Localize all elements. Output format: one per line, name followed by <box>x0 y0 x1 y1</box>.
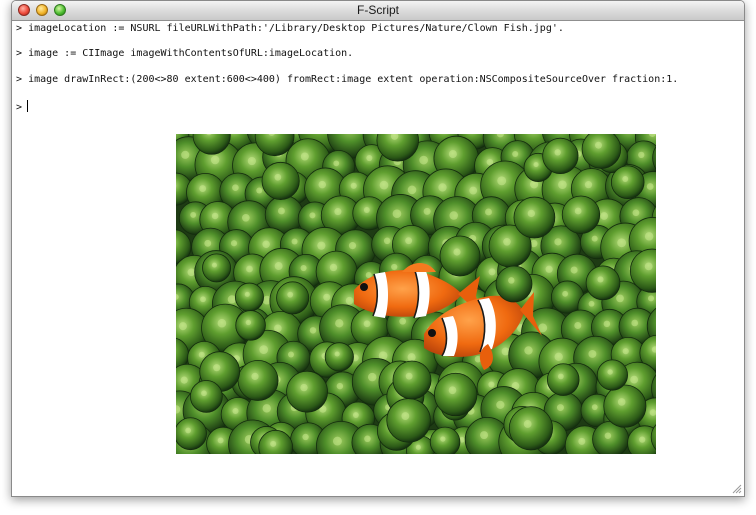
prompt-symbol: > <box>16 102 23 113</box>
fscript-window: F-Script > imageLocation := NSURL fileUR… <box>11 0 745 497</box>
console-input-line[interactable]: > <box>16 100 29 114</box>
command-text: image drawInRect:(200<>80 extent:600<>40… <box>28 74 679 85</box>
console-line-3: > image drawInRect:(200<>80 extent:600<>… <box>16 74 678 86</box>
clown-fish-image <box>176 134 656 454</box>
resize-grip-icon[interactable] <box>731 483 742 494</box>
prompt-symbol: > <box>16 48 23 59</box>
prompt-symbol: > <box>16 23 23 34</box>
text-cursor <box>27 100 29 112</box>
console-line-1: > imageLocation := NSURL fileURLWithPath… <box>16 23 564 35</box>
console-line-2: > image := CIImage imageWithContentsOfUR… <box>16 48 353 60</box>
prompt-symbol: > <box>16 74 23 85</box>
window-title: F-Script <box>357 3 399 17</box>
console-text-area[interactable]: > imageLocation := NSURL fileURLWithPath… <box>16 21 744 496</box>
command-text: image := CIImage imageWithContentsOfURL:… <box>28 48 354 59</box>
command-text: imageLocation := NSURL fileURLWithPath:'… <box>28 23 564 34</box>
title-bar[interactable]: F-Script <box>12 1 744 21</box>
